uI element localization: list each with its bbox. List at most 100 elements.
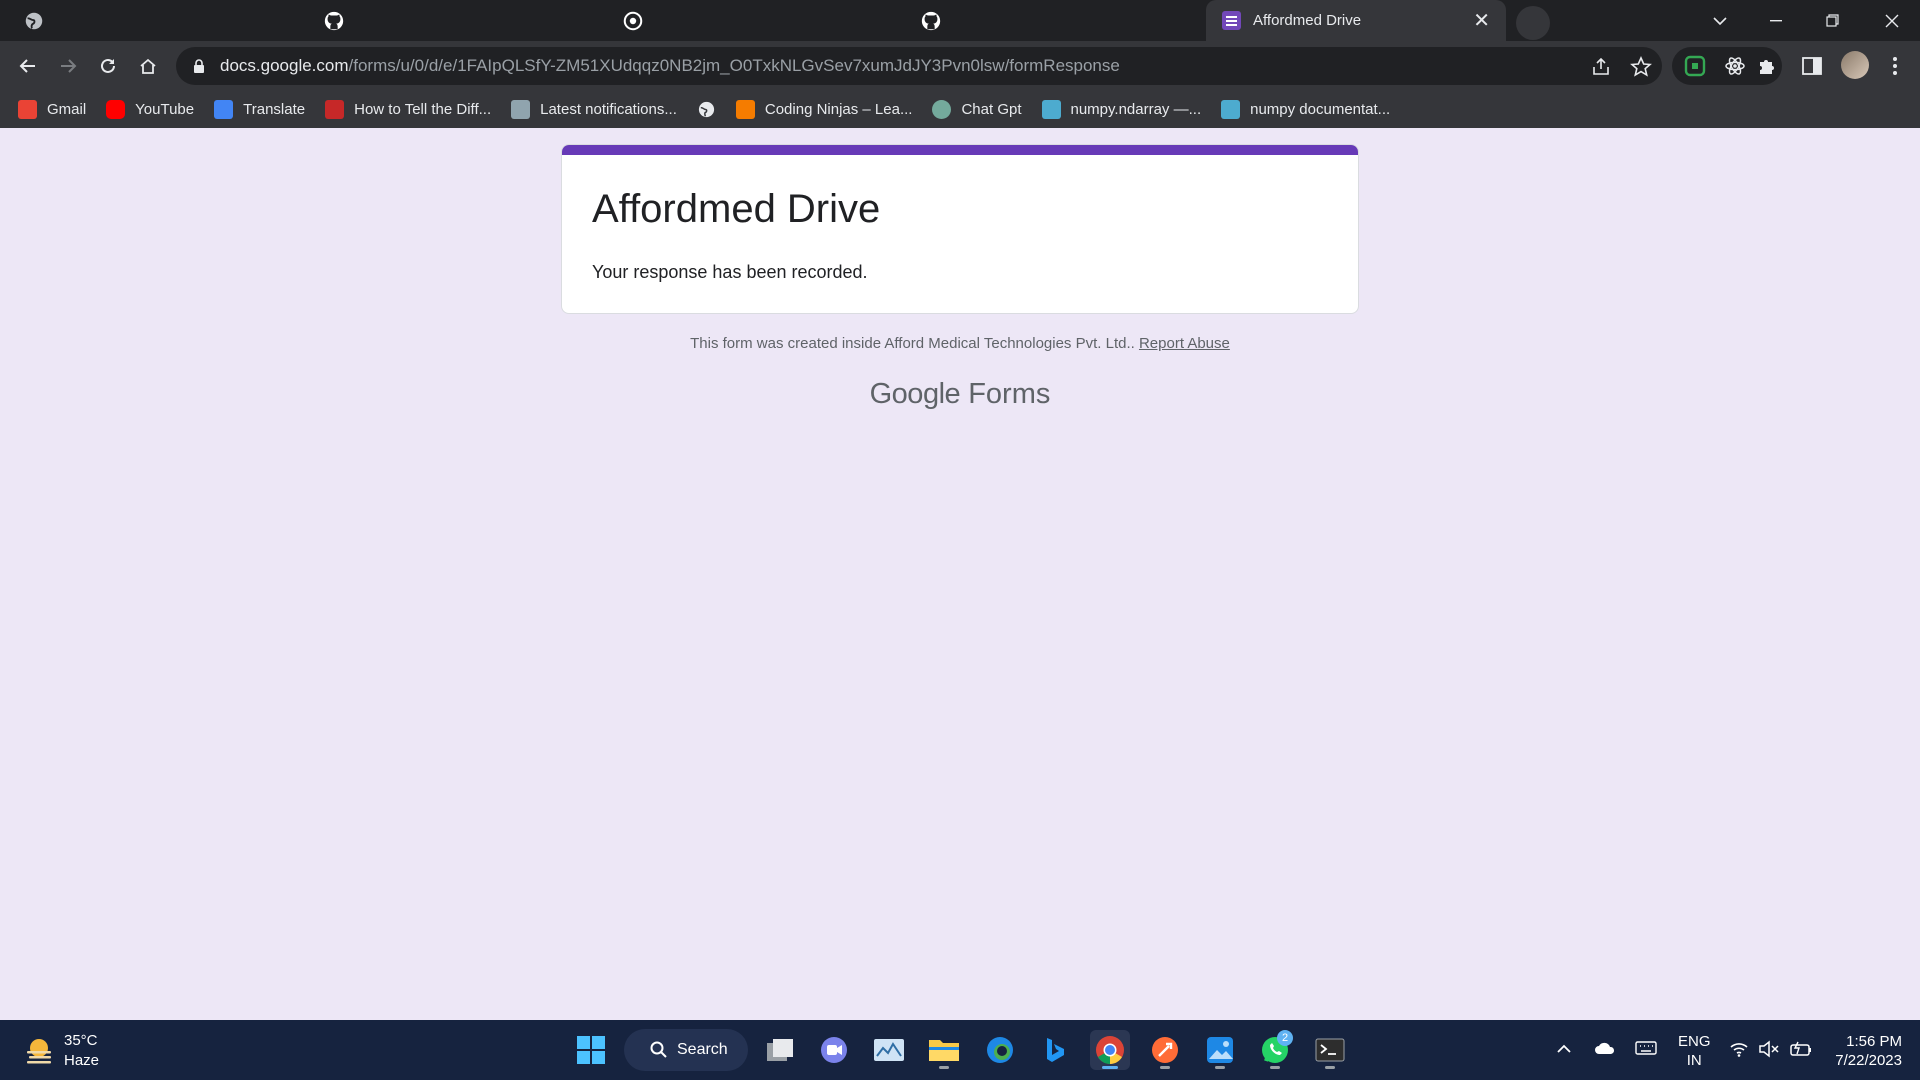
forward-button[interactable]	[52, 50, 84, 82]
bing-button[interactable]	[1035, 1030, 1075, 1070]
tab-4[interactable]	[911, 0, 951, 41]
notifications-site-icon	[511, 100, 531, 119]
back-button[interactable]	[12, 50, 44, 82]
task-view-icon	[767, 1039, 793, 1061]
close-tab-icon[interactable]: ✕	[1473, 8, 1490, 33]
keyboard-icon[interactable]	[1635, 1040, 1657, 1056]
whatsapp-button[interactable]: 2	[1255, 1030, 1295, 1070]
onedrive-cloud-icon[interactable]	[1594, 1040, 1616, 1056]
speaker-muted-icon[interactable]	[1758, 1040, 1780, 1058]
react-devtools-icon[interactable]	[1724, 55, 1746, 77]
profile-avatar[interactable]	[1841, 51, 1869, 79]
numpy-icon	[1221, 100, 1241, 119]
widgets-app-button[interactable]	[869, 1030, 909, 1070]
running-indicator	[939, 1066, 949, 1069]
form-response-card: Affordmed Drive Your response has been r…	[561, 144, 1359, 314]
bing-icon	[1047, 1038, 1064, 1062]
google-forms-logo[interactable]: Google Forms	[0, 378, 1920, 411]
weather-temperature: 35°C	[64, 1032, 98, 1049]
input-language[interactable]: ENG IN	[1678, 1032, 1711, 1070]
teams-chat-button[interactable]	[814, 1030, 854, 1070]
report-abuse-link[interactable]: Report Abuse	[1139, 335, 1230, 352]
bookmark-chat-gpt[interactable]: Chat Gpt	[922, 95, 1031, 125]
github-icon	[324, 11, 344, 30]
task-view-button[interactable]	[760, 1030, 800, 1070]
weather-condition: Haze	[64, 1052, 100, 1069]
tab-3[interactable]	[613, 0, 653, 41]
file-explorer-button[interactable]	[924, 1030, 964, 1070]
folder-icon	[929, 1040, 959, 1061]
bookmark-label: numpy.ndarray —...	[1070, 101, 1202, 118]
form-title: Affordmed Drive	[592, 187, 881, 231]
battery-icon[interactable]	[1789, 1040, 1813, 1058]
bookmark-numpy-docs[interactable]: numpy documentat...	[1211, 95, 1400, 125]
running-indicator	[1160, 1066, 1170, 1069]
browser-toolbar: docs.google.com/forms/u/0/d/e/1FAIpQLSfY…	[0, 41, 1920, 91]
bookmark-star-icon[interactable]	[1630, 56, 1652, 78]
notification-badge: 2	[1277, 1030, 1293, 1046]
side-panel-icon[interactable]	[1801, 55, 1823, 77]
close-window-button[interactable]	[1864, 0, 1920, 41]
chevron-up-icon[interactable]	[1556, 1042, 1572, 1054]
new-tab-button[interactable]	[1516, 6, 1550, 40]
minimize-button[interactable]	[1748, 0, 1804, 41]
system-clock[interactable]: 1:56 PM 7/22/2023	[1835, 1032, 1902, 1070]
bookmark-label: YouTube	[135, 101, 195, 118]
numpy-icon	[1041, 100, 1061, 119]
monitor-chart-icon	[874, 1039, 904, 1061]
bookmark-translate[interactable]: Translate	[204, 95, 315, 125]
photos-button[interactable]	[1200, 1030, 1240, 1070]
url-text: docs.google.com/forms/u/0/d/e/1FAIpQLSfY…	[220, 56, 1120, 76]
taskbar-search[interactable]: Search	[624, 1029, 748, 1071]
tab-1[interactable]	[14, 0, 54, 41]
running-indicator	[1270, 1066, 1280, 1069]
gmail-icon	[18, 100, 37, 119]
reload-button[interactable]	[92, 50, 124, 82]
tab-search-icon[interactable]	[1692, 0, 1748, 41]
logo-forms-text: Forms	[968, 378, 1051, 410]
terminal-button[interactable]	[1310, 1030, 1350, 1070]
postman-icon	[1152, 1037, 1178, 1063]
bookmark-globe[interactable]	[687, 95, 726, 125]
bookmark-youtube[interactable]: YouTube	[96, 95, 204, 125]
extensions-puzzle-icon[interactable]	[1756, 55, 1778, 77]
bookmark-coding-ninjas[interactable]: Coding Ninjas – Lea...	[726, 95, 923, 125]
bookmark-label: Coding Ninjas – Lea...	[764, 101, 913, 118]
translate-icon	[214, 100, 234, 119]
response-recorded-message: Your response has been recorded.	[592, 262, 868, 282]
running-indicator	[1325, 1066, 1335, 1069]
tab-strip: Affordmed Drive ✕	[0, 0, 1920, 41]
tab-2[interactable]	[314, 0, 354, 41]
globe-icon	[698, 101, 714, 118]
bookmark-numpy-ndarray[interactable]: numpy.ndarray —...	[1032, 95, 1212, 125]
tab-active[interactable]: Affordmed Drive ✕	[1206, 0, 1506, 41]
form-footer-note: This form was created inside Afford Medi…	[0, 335, 1920, 352]
kebab-menu-icon[interactable]	[1884, 55, 1906, 77]
logo-google-text: Google	[869, 378, 961, 410]
edge-icon	[987, 1037, 1013, 1063]
address-bar[interactable]: docs.google.com/forms/u/0/d/e/1FAIpQLSfY…	[176, 47, 1662, 85]
teams-chat-icon	[821, 1037, 847, 1063]
bookmark-latest-notifications[interactable]: Latest notifications...	[501, 95, 687, 125]
windows-logo-icon	[577, 1036, 605, 1064]
postman-button[interactable]	[1145, 1030, 1185, 1070]
restore-button[interactable]	[1804, 0, 1860, 41]
extension-green-icon[interactable]	[1684, 55, 1706, 77]
bookmark-label: Translate	[243, 101, 306, 118]
clock-date: 7/22/2023	[1835, 1052, 1902, 1069]
bookmark-how-to-tell[interactable]: How to Tell the Diff...	[315, 95, 501, 125]
weather-haze-icon[interactable]	[22, 1034, 56, 1068]
bookmark-gmail[interactable]: Gmail	[8, 95, 96, 125]
running-indicator	[1215, 1066, 1225, 1069]
start-button[interactable]	[571, 1030, 611, 1070]
photos-icon	[1207, 1037, 1233, 1063]
wifi-icon[interactable]	[1729, 1040, 1749, 1058]
home-button[interactable]	[132, 50, 164, 82]
edge-browser-button[interactable]	[980, 1030, 1020, 1070]
search-label: Search	[677, 1041, 728, 1058]
share-icon[interactable]	[1590, 56, 1612, 78]
google-forms-icon	[1222, 11, 1241, 30]
record-icon	[623, 11, 643, 30]
chrome-browser-button[interactable]	[1090, 1030, 1130, 1070]
bookmark-label: numpy documentat...	[1250, 101, 1391, 118]
